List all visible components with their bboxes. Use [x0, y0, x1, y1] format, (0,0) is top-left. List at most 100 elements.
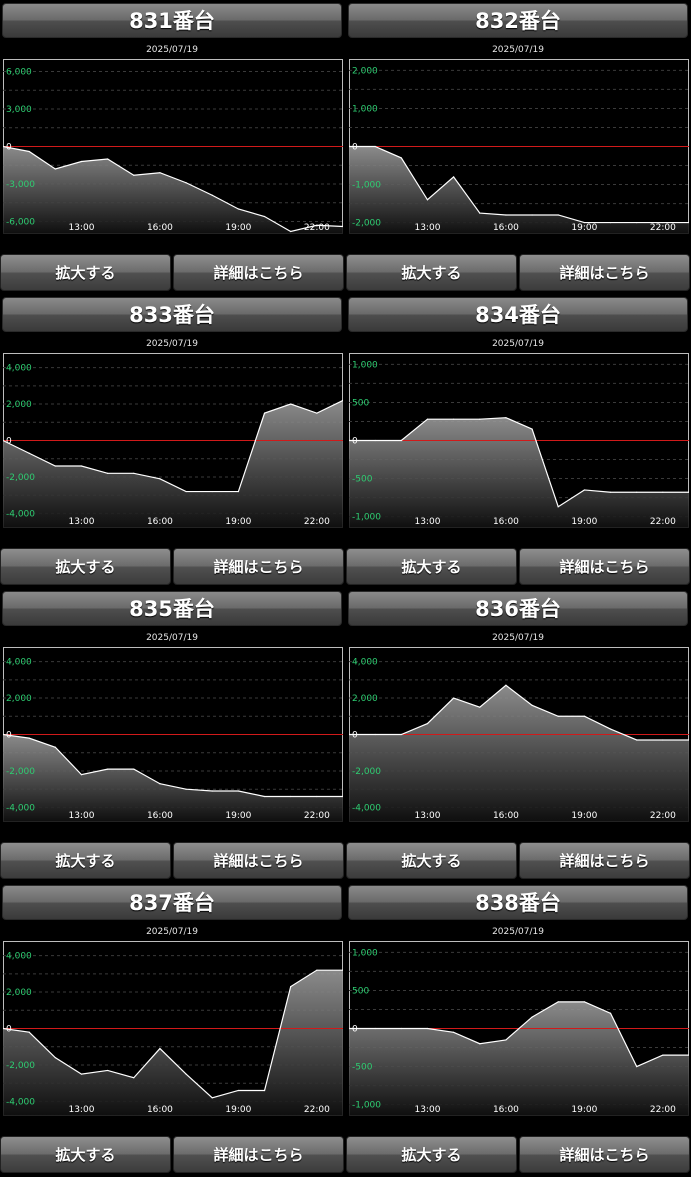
- y-tick-label: 0: [352, 437, 358, 447]
- details-button[interactable]: 詳細はこちら: [173, 842, 344, 879]
- y-tick-label: 4,000: [6, 658, 32, 668]
- data-point: [557, 214, 559, 216]
- machine-title[interactable]: 831番台: [2, 3, 342, 38]
- data-point: [453, 418, 455, 420]
- machine-card: 832番台 2025/07/19 2,000 1,000 0 -1,000 -2,000 13…: [346, 0, 690, 291]
- chart-date: 2025/07/19: [492, 339, 544, 349]
- details-button[interactable]: 詳細はこちら: [519, 1136, 690, 1173]
- y-tick-label: 1,000: [352, 948, 378, 958]
- zoom-button[interactable]: 拡大する: [346, 254, 517, 291]
- data-point: [662, 1054, 664, 1056]
- data-point: [636, 491, 638, 493]
- details-button[interactable]: 詳細はこちら: [519, 254, 690, 291]
- payout-chart[interactable]: 6,000 3,000 0 -3,000 -6,000 13:00 16:00 19:00 22…: [3, 59, 343, 234]
- x-tick-label: 19:00: [225, 811, 251, 821]
- x-tick-label: 22:00: [650, 517, 676, 527]
- data-point: [400, 439, 402, 442]
- machine-card: 837番台 2025/07/19 4,000 2,000 0 -2,000 -4,000 13…: [0, 882, 344, 1173]
- payout-chart[interactable]: 1,000 500 0 -500 -1,000 13:00 16:00 19:00 22:00: [349, 353, 689, 528]
- zoom-button[interactable]: 拡大する: [346, 548, 517, 585]
- data-point: [426, 418, 429, 420]
- x-tick-label: 16:00: [147, 811, 173, 821]
- data-point: [400, 733, 402, 736]
- details-button[interactable]: 詳細はこちら: [519, 842, 690, 879]
- data-point: [531, 214, 533, 216]
- y-tick-label: 4,000: [6, 952, 32, 962]
- payout-chart[interactable]: 1,000 500 0 -500 -1,000 13:00 16:00 19:00 22:00: [349, 941, 689, 1116]
- y-tick-label: 2,000: [6, 400, 32, 410]
- y-tick-label: 2,000: [6, 988, 32, 998]
- machine-grid: 831番台 2025/07/19 6,000 3,000 0 -3,000 -6,000 13…: [0, 0, 691, 1177]
- y-tick-label: -2,000: [6, 473, 35, 483]
- data-point: [237, 208, 239, 210]
- data-point: [531, 1016, 533, 1018]
- chart-svg: 2,000 1,000 0 -1,000 -2,000 13:00 16:00 19:00 22…: [349, 59, 689, 234]
- details-button[interactable]: 詳細はこちら: [173, 1136, 344, 1173]
- data-point: [453, 1031, 455, 1033]
- details-button[interactable]: 詳細はこちら: [173, 548, 344, 585]
- y-tick-label: 0: [6, 1025, 12, 1035]
- machine-title[interactable]: 836番台: [348, 591, 688, 626]
- data-point: [479, 1043, 481, 1045]
- y-tick-label: 3,000: [6, 105, 32, 115]
- y-tick-label: -2,000: [352, 767, 381, 777]
- x-tick-label: 19:00: [571, 223, 597, 233]
- y-tick-label: -500: [352, 1063, 373, 1073]
- data-point: [185, 490, 187, 493]
- y-tick-label: 2,000: [6, 694, 32, 704]
- data-point: [133, 472, 135, 474]
- y-tick-label: 1,000: [352, 360, 378, 370]
- data-point: [80, 160, 83, 163]
- machine-title[interactable]: 837番台: [2, 885, 342, 920]
- details-button[interactable]: 詳細はこちら: [519, 548, 690, 585]
- y-tick-label: 0: [6, 437, 12, 447]
- data-point: [374, 145, 376, 148]
- chart-date: 2025/07/19: [492, 45, 544, 55]
- x-tick-label: 19:00: [571, 517, 597, 527]
- y-tick-label: 6,000: [6, 68, 32, 78]
- x-tick-label: 16:00: [147, 1105, 173, 1115]
- machine-title[interactable]: 838番台: [348, 885, 688, 920]
- data-point: [133, 1077, 135, 1079]
- machine-card: 835番台 2025/07/19 4,000 2,000 0 -2,000 -4,000 13…: [0, 588, 344, 879]
- x-tick-label: 22:00: [650, 1105, 676, 1115]
- data-point: [505, 684, 507, 686]
- x-tick-label: 22:00: [304, 223, 330, 233]
- x-tick-label: 19:00: [571, 811, 597, 821]
- x-tick-label: 22:00: [304, 1105, 330, 1115]
- zoom-button[interactable]: 拡大する: [346, 1136, 517, 1173]
- data-point: [374, 733, 376, 736]
- machine-title[interactable]: 835番台: [2, 591, 342, 626]
- payout-chart[interactable]: 4,000 2,000 0 -2,000 -4,000 13:00 16:00 19:00 22…: [3, 647, 343, 822]
- machine-title[interactable]: 833番台: [2, 297, 342, 332]
- data-point: [609, 491, 612, 493]
- zoom-button[interactable]: 拡大する: [0, 254, 171, 291]
- data-point: [290, 795, 292, 798]
- machine-title[interactable]: 834番台: [348, 297, 688, 332]
- data-point: [453, 697, 455, 699]
- data-point: [374, 1027, 376, 1030]
- data-point: [557, 715, 559, 717]
- x-tick-label: 13:00: [68, 517, 94, 527]
- chart-svg: 6,000 3,000 0 -3,000 -6,000 13:00 16:00 19:00 22…: [3, 59, 343, 234]
- zoom-button[interactable]: 拡大する: [346, 842, 517, 879]
- payout-chart[interactable]: 4,000 2,000 0 -2,000 -4,000 13:00 16:00 19:00 22…: [3, 941, 343, 1116]
- payout-chart[interactable]: 2,000 1,000 0 -1,000 -2,000 13:00 16:00 19:00 22…: [349, 59, 689, 234]
- chart-date: 2025/07/19: [492, 927, 544, 937]
- data-point: [583, 489, 585, 491]
- zoom-button[interactable]: 拡大する: [0, 842, 171, 879]
- payout-chart[interactable]: 4,000 2,000 0 -2,000 -4,000 13:00 16:00 19:00 22…: [3, 353, 343, 528]
- payout-chart[interactable]: 4,000 2,000 0 -2,000 -4,000 13:00 16:00 19:00 22…: [349, 647, 689, 822]
- zoom-button[interactable]: 拡大する: [0, 1136, 171, 1173]
- details-button[interactable]: 詳細はこちら: [173, 254, 344, 291]
- zoom-button[interactable]: 拡大する: [0, 548, 171, 585]
- y-tick-label: -2,000: [6, 1061, 35, 1071]
- chart-date: 2025/07/19: [146, 927, 198, 937]
- data-point: [531, 428, 533, 430]
- data-point: [80, 1073, 83, 1075]
- machine-title[interactable]: 832番台: [348, 3, 688, 38]
- y-tick-label: 0: [352, 1025, 358, 1035]
- y-tick-label: -6,000: [6, 218, 35, 228]
- data-point: [583, 1001, 585, 1003]
- data-point: [159, 478, 161, 480]
